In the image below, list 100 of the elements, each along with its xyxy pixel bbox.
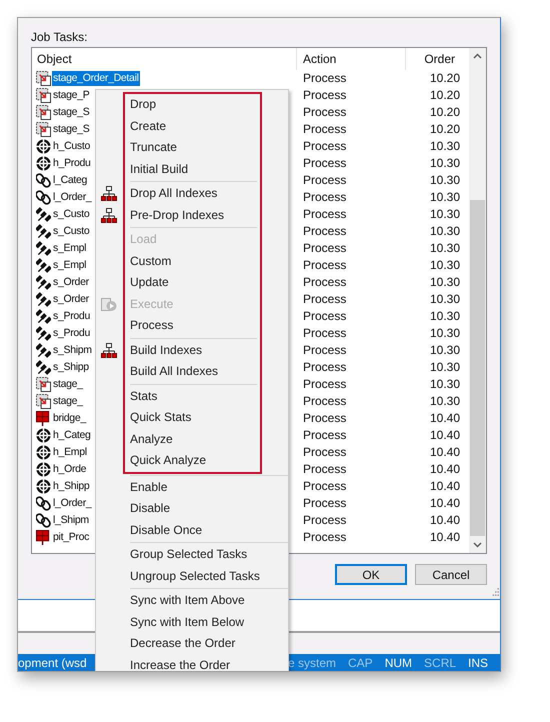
action-cell-text: Process [302, 496, 348, 511]
object-cell[interactable]: stage_S [52, 105, 90, 120]
dialog-button[interactable]: Cancel [415, 564, 487, 585]
menu-item[interactable]: Ungroup Selected Tasks [96, 566, 288, 587]
object-cell[interactable]: l_Shipm [52, 513, 90, 528]
menu-item[interactable]: Build Indexes [96, 340, 288, 361]
action-cell-text: Process [302, 394, 348, 409]
menu-item[interactable]: Disable [96, 498, 288, 520]
menu-item[interactable]: Decrease the Order [96, 633, 288, 654]
object-cell[interactable]: s_Empl [52, 241, 88, 256]
resize-grip-icon[interactable] [491, 588, 499, 596]
object-cell[interactable]: stage_ [52, 377, 84, 392]
object-cell[interactable]: h_Produ [52, 156, 92, 171]
menu-item[interactable]: Quick Stats [96, 407, 288, 428]
object-cell[interactable]: h_Shipp [52, 479, 90, 494]
object-cell[interactable]: s_Empl [52, 258, 88, 273]
key-indicator: INS [468, 656, 488, 670]
menu-item[interactable]: Update [96, 272, 288, 294]
menu-item[interactable]: Analyze [96, 428, 288, 450]
order-cell-text: 10.30 [428, 309, 461, 324]
object-cell[interactable]: l_Order_ [52, 496, 92, 511]
action-cell-text: Process [302, 343, 348, 358]
order-cell-text: 10.40 [428, 428, 461, 443]
object-cell[interactable]: bridge_ [52, 411, 87, 426]
column-header[interactable]: Order [406, 48, 461, 70]
order-cell-text: 10.30 [428, 326, 461, 341]
satellite-icon [36, 224, 51, 239]
hub-icon [36, 139, 51, 154]
object-cell[interactable]: s_Order [52, 275, 90, 290]
menu-item[interactable]: Group Selected Tasks [96, 544, 288, 566]
hub-icon [36, 479, 51, 494]
chain-link-icon [36, 513, 51, 528]
menu-item[interactable]: Increase the Order [96, 654, 288, 671]
order-cell-text: 10.40 [428, 513, 461, 528]
action-cell-text: Process [302, 462, 348, 477]
menu-item[interactable]: Process [96, 315, 288, 336]
menu-item[interactable]: Sync with Item Below [96, 612, 288, 633]
column-header[interactable]: Action [297, 48, 406, 70]
object-cell[interactable]: l_Categ [52, 173, 88, 188]
hub-icon [36, 445, 51, 460]
action-cell-text: Process [302, 190, 348, 205]
order-cell-text: 10.40 [428, 530, 461, 545]
order-cell-text: 10.40 [428, 411, 461, 426]
order-cell-text: 10.30 [428, 139, 461, 154]
object-cell[interactable]: s_Produ [52, 326, 92, 341]
action-cell-text: Process [302, 224, 348, 239]
menu-item[interactable]: Quick Analyze [96, 450, 288, 472]
object-cell[interactable]: h_Categ [52, 428, 92, 443]
stage-table-icon [36, 122, 51, 137]
action-cell-text: Process [302, 309, 348, 324]
order-cell-text: 10.40 [428, 445, 461, 460]
order-cell-text: 10.30 [428, 275, 461, 290]
order-cell-text: 10.40 [428, 496, 461, 511]
dialog-button[interactable]: OK [335, 564, 407, 585]
menu-item[interactable]: Custom [96, 250, 288, 272]
object-cell[interactable]: s_Order [52, 292, 90, 307]
menu-item[interactable]: Truncate [96, 137, 288, 158]
menu-item[interactable]: Drop All Indexes [96, 183, 288, 204]
menu-item[interactable]: Sync with Item Above [96, 590, 288, 612]
menu-item[interactable]: Create [96, 116, 288, 137]
order-cell-text: 10.30 [428, 241, 461, 256]
object-cell[interactable]: stage_S [52, 122, 90, 137]
action-cell-text: Process [302, 530, 348, 545]
object-cell[interactable]: s_Shipp [52, 360, 90, 375]
object-cell[interactable]: s_Custo [52, 224, 90, 239]
object-cell[interactable]: s_Shipm [52, 343, 93, 358]
action-cell-text: Process [302, 105, 348, 120]
menu-item[interactable]: Disable Once [96, 520, 288, 541]
menu-item[interactable]: Initial Build [96, 158, 288, 180]
object-cell[interactable]: l_Order_ [52, 190, 92, 205]
satellite-icon [36, 343, 51, 358]
order-cell-text: 10.20 [428, 88, 461, 103]
menu-item[interactable]: Enable [96, 476, 288, 498]
menu-item[interactable]: Stats [96, 386, 288, 407]
action-cell-text: Process [302, 360, 348, 375]
satellite-icon [36, 360, 51, 375]
grid-table-icon [36, 530, 51, 545]
menu-item[interactable]: Build All Indexes [96, 361, 288, 382]
action-cell-text: Process [302, 258, 348, 273]
order-cell-text: 10.30 [428, 207, 461, 222]
order-cell-text: 10.30 [428, 258, 461, 273]
object-cell[interactable]: stage_P [52, 88, 90, 103]
action-cell-text: Process [302, 88, 348, 103]
object-cell[interactable]: stage_ [52, 394, 84, 409]
object-cell[interactable]: pit_Proc [52, 530, 90, 545]
satellite-icon [36, 258, 51, 273]
object-cell[interactable]: s_Produ [52, 309, 92, 324]
object-cell[interactable]: h_Custo [52, 139, 92, 154]
menu-item[interactable]: Pre-Drop Indexes [96, 204, 288, 226]
object-cell[interactable]: s_Custo [52, 207, 90, 222]
satellite-icon [36, 241, 51, 256]
menu-item[interactable]: Drop [96, 94, 288, 116]
action-cell-text: Process [302, 139, 348, 154]
scrollbar-thumb[interactable] [470, 200, 485, 536]
object-cell[interactable]: h_Empl [52, 445, 88, 460]
scrollbar[interactable] [469, 48, 486, 553]
object-cell[interactable]: stage_Order_Detail [52, 71, 140, 86]
column-header[interactable]: Object [32, 48, 297, 70]
action-cell-text: Process [302, 156, 348, 171]
object-cell[interactable]: h_Orde [52, 462, 88, 477]
